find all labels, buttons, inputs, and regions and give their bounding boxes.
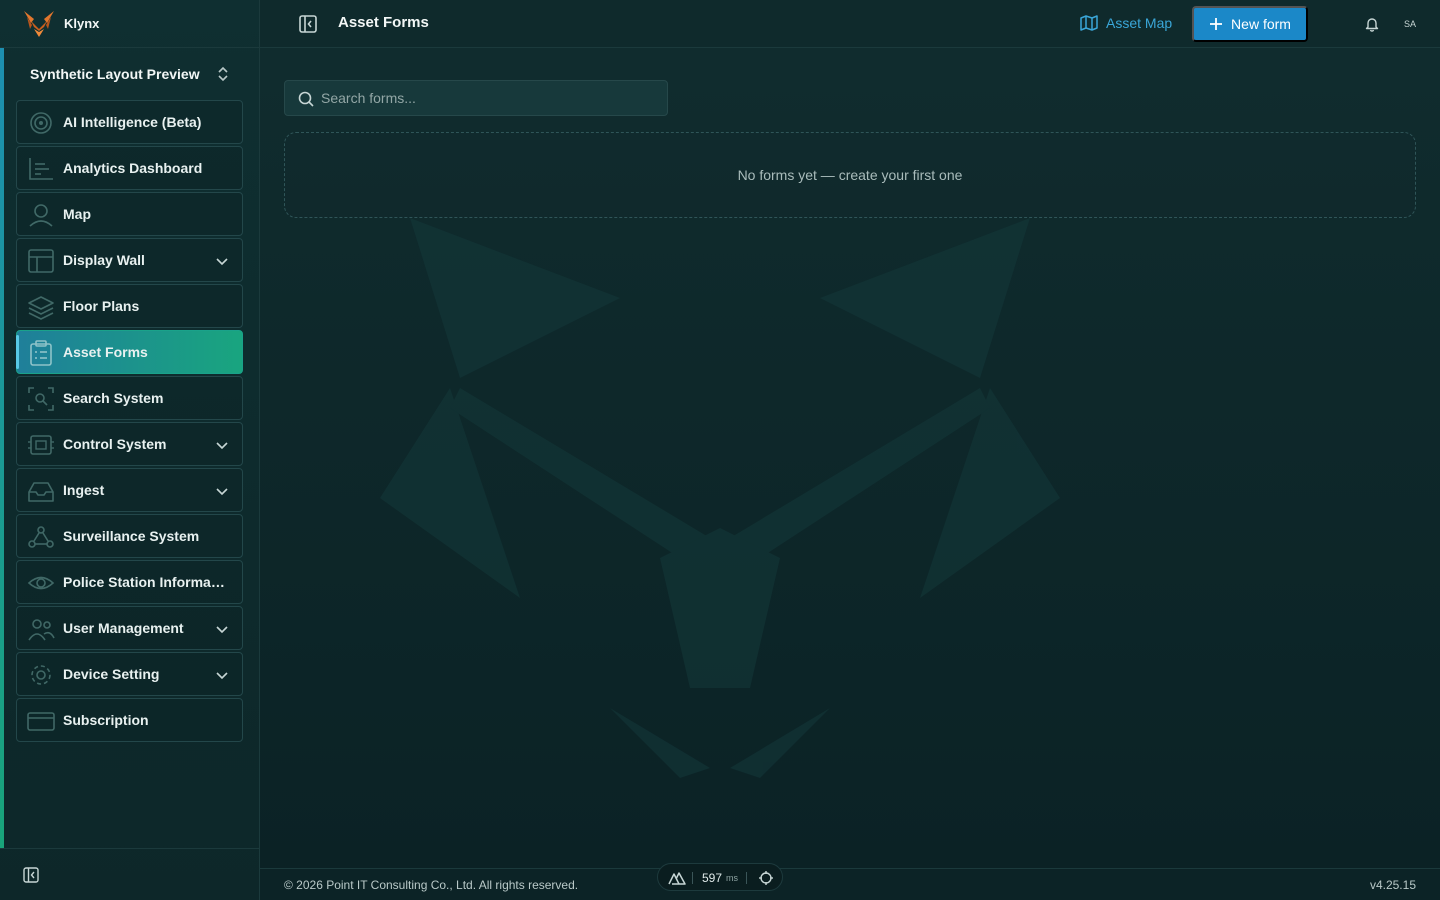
chevron-up-down-icon [218,66,228,82]
mountain-logo-icon [668,872,686,885]
new-form-button[interactable]: New form [1192,6,1308,42]
asset-map-link[interactable]: Asset Map [1080,14,1172,32]
clipboard-icon [30,340,52,366]
sidebar-item-label: User Management [63,620,184,636]
page-title: Asset Forms [338,14,429,31]
crosshair-icon[interactable] [758,870,774,886]
scan-search-icon [28,387,54,411]
user-avatar[interactable]: SA [1398,14,1422,34]
sidebar-item-label: Floor Plans [63,298,140,314]
sidebar-item-control-system[interactable]: Control System [16,422,243,466]
sidebar-item-police-station-informati[interactable]: Police Station Informati... [16,560,243,604]
gear-icon [31,665,51,685]
layers-icon [28,296,54,320]
sidebar-item-map[interactable]: Map [16,192,243,236]
sidebar-accent-bar [0,48,4,848]
sidebar-item-label: Device Setting [63,666,160,682]
sidebar-item-floor-plans[interactable]: Floor Plans [16,284,243,328]
map-icon [1080,15,1098,31]
plus-icon [1210,18,1223,30]
fox-logo-icon [24,10,54,37]
latency-separator [692,872,693,884]
bell-icon[interactable] [1364,16,1380,32]
chevron-down-icon[interactable] [216,255,228,267]
search-forms[interactable] [284,80,668,116]
sidebar-nav: AI Intelligence (Beta) Analytics Dashboar… [16,100,243,744]
top-header: Asset Forms Asset Map New form SA [260,0,1440,48]
empty-state-message: No forms yet — create your first one [737,167,963,183]
ai-target-icon [30,112,52,134]
new-form-label: New form [1231,16,1291,32]
chart-icon [29,158,53,180]
brand[interactable]: Klynx [0,0,259,48]
credit-card-icon [27,712,55,731]
layout-icon [28,249,54,273]
asset-map-label: Asset Map [1106,15,1173,31]
sidebar-item-asset-forms[interactable]: Asset Forms [16,330,243,374]
inbox-icon [28,482,54,502]
workspace-label: Synthetic Layout Preview [30,66,200,82]
network-icon [28,526,54,548]
users-icon [28,619,55,641]
sidebar: Klynx Synthetic Layout Preview AI Intell… [0,0,260,900]
chevron-down-icon[interactable] [216,623,228,635]
sidebar-item-label: Asset Forms [63,344,148,360]
main-content: No forms yet — create your first one [260,48,1440,868]
chevron-down-icon[interactable] [216,669,228,681]
sidebar-item-ai-intelligence-beta[interactable]: AI Intelligence (Beta) [16,100,243,144]
footer: © 2026 Point IT Consulting Co., Ltd. All… [260,863,1440,900]
sidebar-item-label: Ingest [63,482,105,498]
panel-toggle-icon[interactable] [298,14,318,34]
fox-watermark-icon [380,218,1060,778]
sidebar-item-label: Search System [63,390,164,406]
sidebar-item-label: Surveillance System [63,528,200,544]
sidebar-item-subscription[interactable]: Subscription [16,698,243,742]
sidebar-item-surveillance-system[interactable]: Surveillance System [16,514,243,558]
sidebar-item-ingest[interactable]: Ingest [16,468,243,512]
latency-widget: 597 ms [657,863,783,891]
app-name: Klynx [64,16,100,31]
search-icon [298,91,314,107]
cpu-icon [28,435,54,455]
sidebar-item-label: AI Intelligence (Beta) [63,114,202,130]
sidebar-collapse-icon[interactable] [23,867,39,883]
latency-value: 597 [702,871,723,885]
sidebar-item-user-management[interactable]: User Management [16,606,243,650]
search-input[interactable] [321,81,661,115]
map-pin-icon [29,204,53,227]
sidebar-item-label: Display Wall [63,252,145,268]
sidebar-item-label: Police Station Informati... [63,574,228,590]
empty-state: No forms yet — create your first one [284,132,1416,218]
sidebar-item-label: Map [63,206,91,222]
latency-unit: ms [726,873,738,883]
sidebar-footer [0,848,260,900]
latency-separator [746,872,747,884]
chevron-down-icon[interactable] [216,485,228,497]
app-version: v4.25.15 [1369,878,1416,892]
chevron-down-icon[interactable] [216,439,228,451]
workspace-switcher[interactable]: Synthetic Layout Preview [16,56,242,92]
copyright-text: © 2026 Point IT Consulting Co., Ltd. All… [284,878,579,892]
eye-icon [27,576,55,590]
sidebar-item-display-wall[interactable]: Display Wall [16,238,243,282]
sidebar-item-label: Subscription [63,712,149,728]
sidebar-item-device-setting[interactable]: Device Setting [16,652,243,696]
sidebar-item-label: Control System [63,436,167,452]
sidebar-item-analytics-dashboard[interactable]: Analytics Dashboard [16,146,243,190]
sidebar-item-label: Analytics Dashboard [63,160,203,176]
sidebar-item-search-system[interactable]: Search System [16,376,243,420]
